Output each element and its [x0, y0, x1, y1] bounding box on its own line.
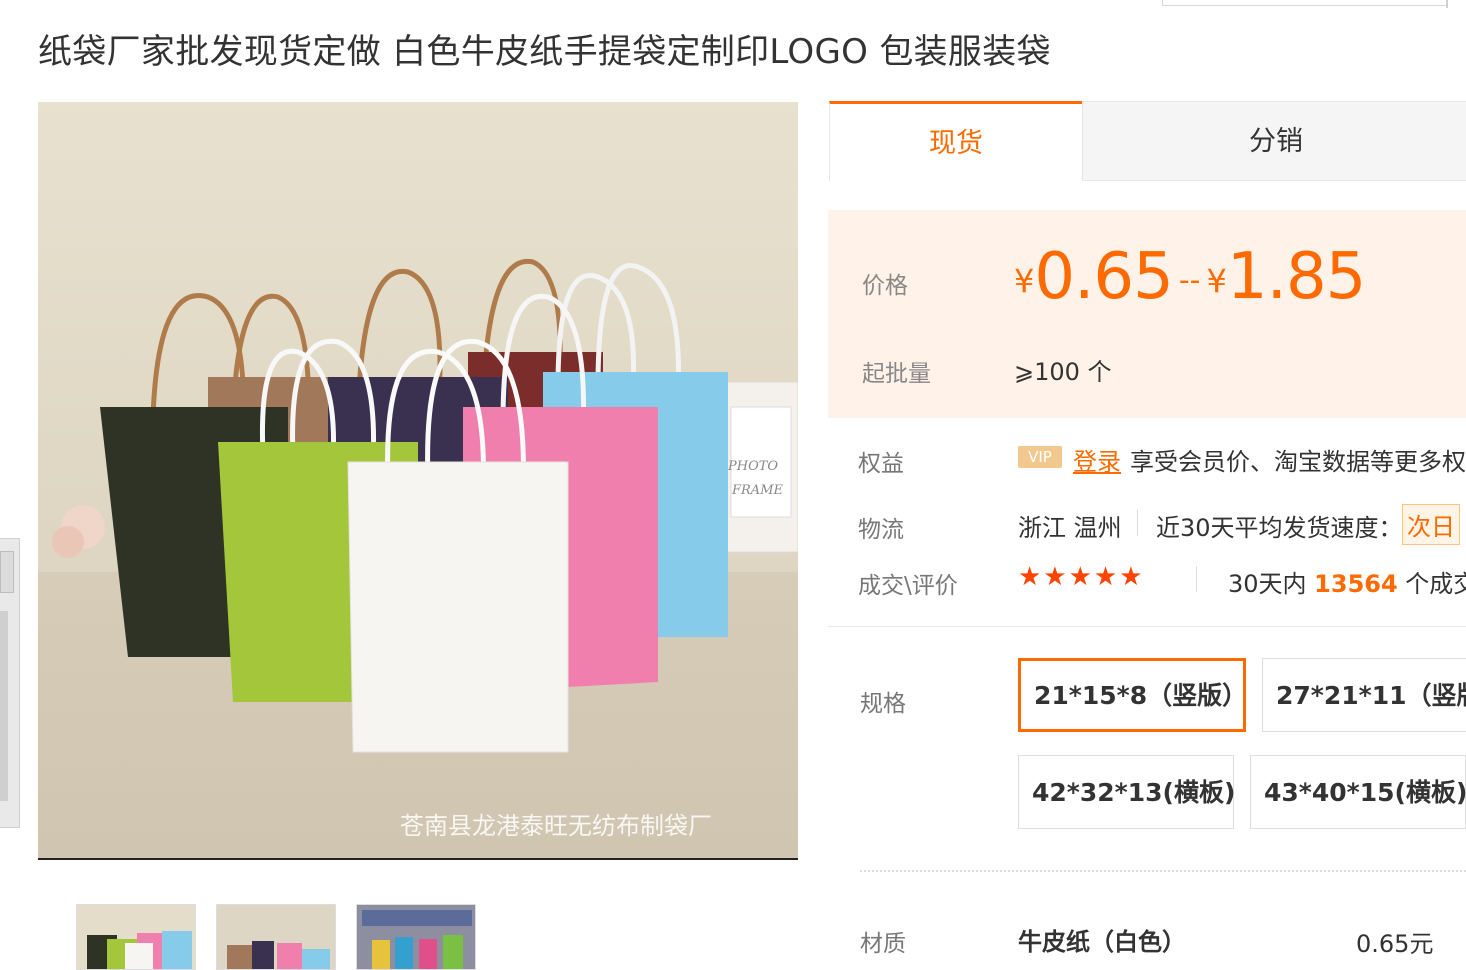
price-max: 1.85: [1226, 240, 1366, 314]
vip-badge: VIP: [1018, 446, 1062, 468]
side-float-tab[interactable]: [0, 538, 20, 828]
price-label: 价格: [862, 273, 908, 299]
reviews-label: 成交\评价: [858, 573, 958, 599]
top-search-box[interactable]: [1162, 0, 1448, 6]
separator: [1137, 510, 1138, 536]
edge-divider: [1446, 0, 1448, 8]
login-link[interactable]: 登录: [1073, 442, 1121, 477]
tab-distribution[interactable]: 分销: [1082, 101, 1466, 181]
svg-text:FRAME: FRAME: [731, 483, 784, 498]
purchase-tabs: 现货 分销: [829, 101, 1466, 181]
image-watermark: 苍南县龙港泰旺无纺布制袋厂: [400, 812, 712, 840]
thumbnail-1-image: [77, 905, 195, 969]
spec-option-43x40x15[interactable]: 43*40*15(横板): [1250, 755, 1466, 829]
spec-option-42x32x13[interactable]: 42*32*13(横板): [1018, 755, 1235, 829]
main-product-image[interactable]: PHOTO FRAME 苍南县龙港泰旺无纺布制袋厂: [38, 102, 798, 860]
thumbnail-2[interactable]: [216, 904, 336, 970]
shipping-speed-text: 近30天平均发货速度：: [1156, 514, 1403, 542]
trades-suffix: 个成交: [1405, 570, 1466, 598]
price-separator: --: [1178, 263, 1201, 298]
spec-option-21x15x8[interactable]: 21*15*8（竖版）: [1018, 658, 1247, 732]
benefits-label: 权益: [858, 451, 904, 477]
moq-label: 起批量: [862, 361, 931, 387]
shipping-origin: 浙江 温州: [1018, 514, 1122, 542]
spec-label: 规格: [860, 691, 906, 717]
currency-symbol: ¥: [1014, 262, 1035, 300]
side-tab-handle: [0, 551, 14, 593]
product-title: 纸袋厂家批发现货定做 白色牛皮纸手提袋定制印LOGO 包装服装袋: [38, 32, 1051, 72]
thumbnail-1[interactable]: [76, 904, 196, 970]
separator: [1196, 566, 1197, 592]
thumbnail-3[interactable]: [356, 904, 476, 970]
currency-symbol: ¥: [1206, 262, 1227, 300]
tab-in-stock[interactable]: 现货: [829, 101, 1082, 181]
moq-value: ⩾100 个: [1014, 358, 1112, 386]
logistics-label: 物流: [858, 517, 904, 543]
price-min: 0.65: [1034, 240, 1173, 314]
thumbnail-2-image: [217, 905, 335, 969]
trades-number: 13564: [1314, 570, 1398, 598]
shipping-speed-badge: 次日: [1402, 504, 1460, 545]
spec-option-27x21x11[interactable]: 27*21*11（竖版）: [1262, 658, 1466, 732]
divider: [828, 626, 1466, 627]
benefits-text: 享受会员价、淘宝数据等更多权: [1130, 448, 1466, 476]
rating-stars-icon: ★★★★★: [1018, 562, 1145, 592]
product-photo: PHOTO FRAME 苍南县龙港泰旺无纺布制袋厂: [38, 102, 798, 858]
trades-count[interactable]: 30天内 13564 个成交: [1228, 564, 1466, 599]
svg-text:PHOTO: PHOTO: [727, 459, 778, 474]
material-value: 牛皮纸（白色）: [1018, 928, 1186, 956]
material-label: 材质: [860, 931, 906, 957]
dotted-divider: [860, 870, 1466, 872]
trades-prefix: 30天内: [1228, 570, 1315, 598]
material-price: 0.65元: [1356, 930, 1434, 958]
price-panel: 价格 ¥0.65 -- ¥1.85 起批量 ⩾100 个: [828, 210, 1466, 418]
side-tab-bar: [0, 611, 8, 801]
price-range: ¥0.65 -- ¥1.85: [1014, 240, 1366, 314]
thumbnail-3-image: [357, 905, 475, 969]
